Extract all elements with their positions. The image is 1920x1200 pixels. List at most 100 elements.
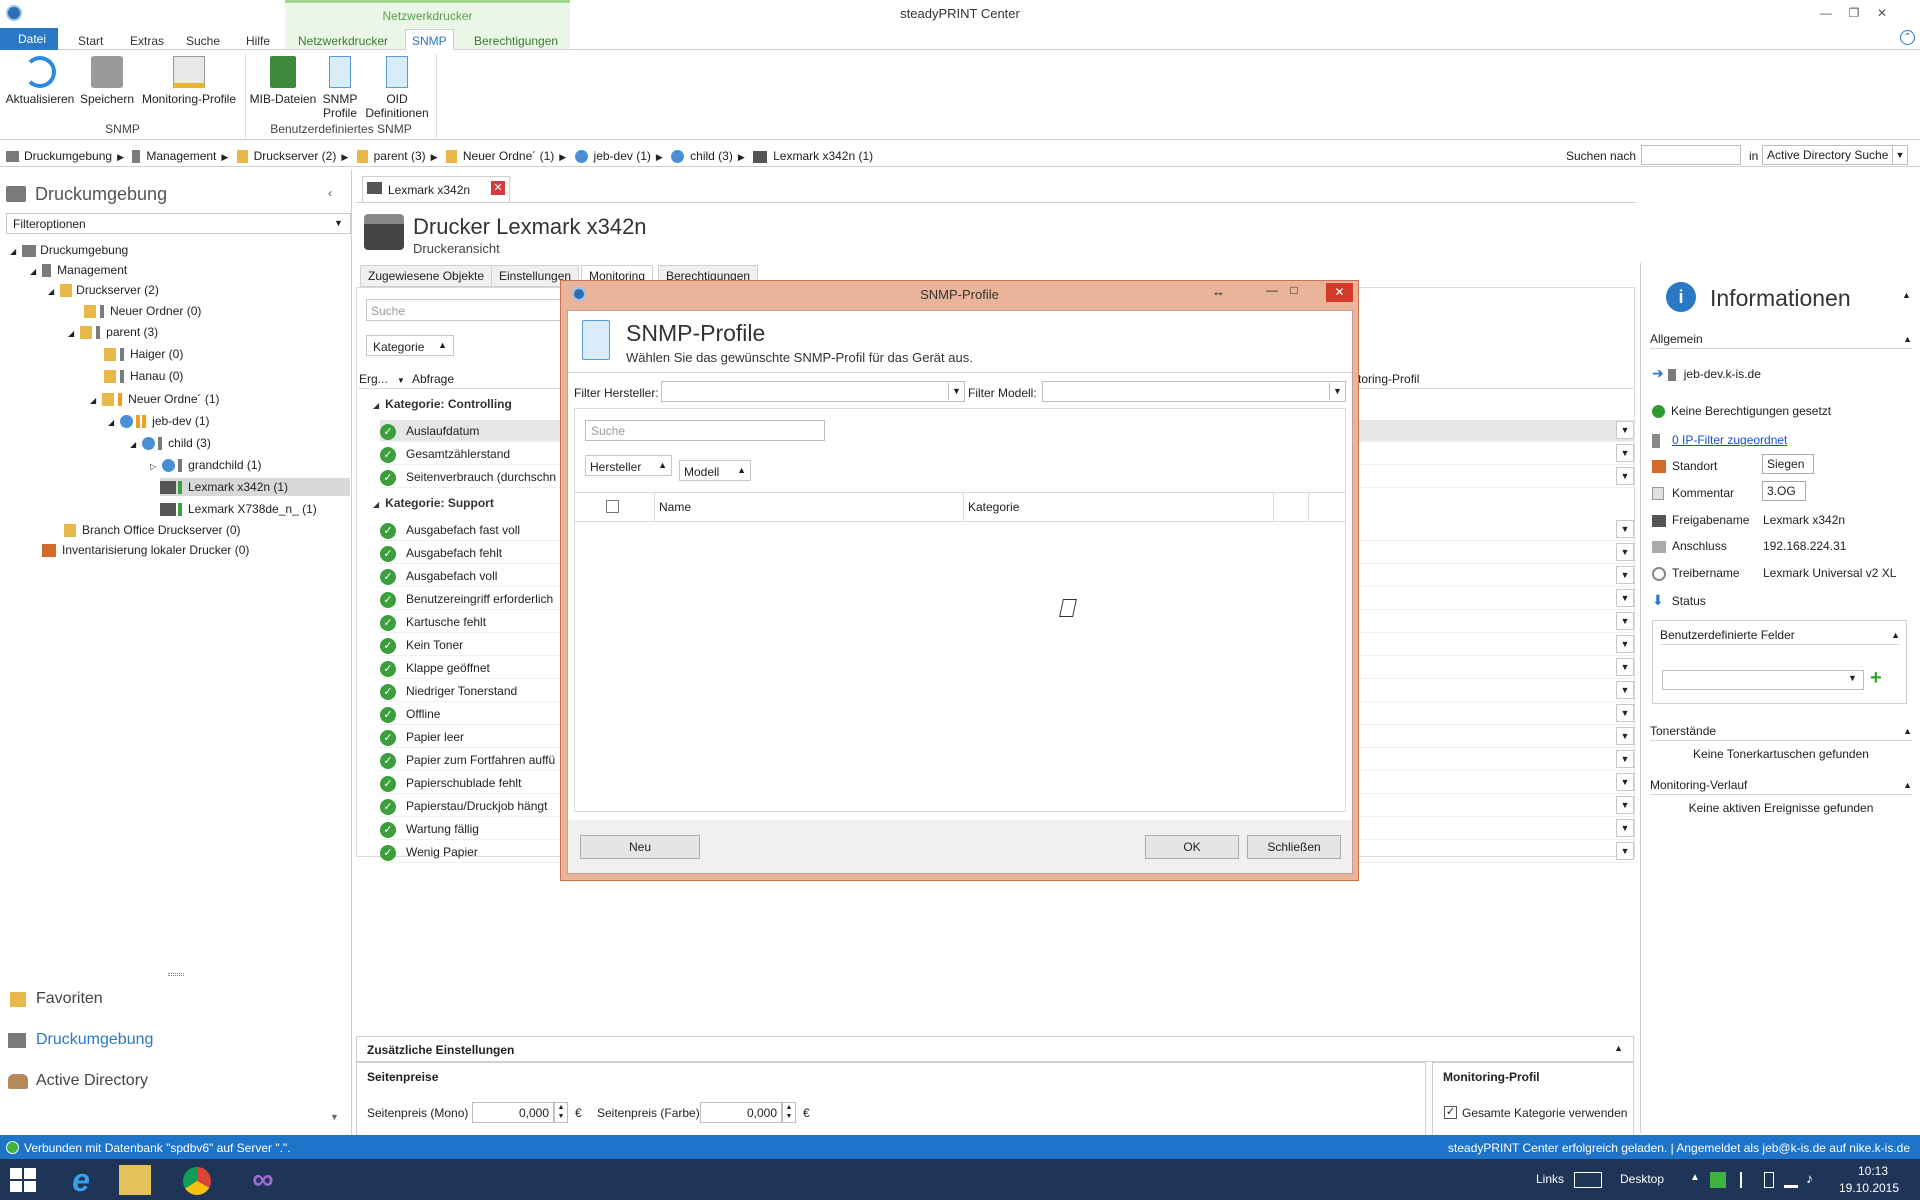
location-field[interactable]: Siegen — [1762, 454, 1814, 474]
close-button[interactable]: Schließen — [1247, 835, 1341, 859]
taskbar-links-label[interactable]: Links — [1536, 1172, 1564, 1186]
expand-arrow-icon[interactable]: ◢ — [68, 329, 74, 338]
grid-body-empty[interactable] — [575, 523, 1345, 811]
expand-arrow-icon[interactable]: ◢ — [90, 396, 96, 405]
subtab-assigned-objects[interactable]: Zugewiesene Objekte — [360, 265, 493, 287]
profile-dropdown[interactable]: ▼ — [1616, 467, 1634, 485]
profile-dropdown[interactable]: ▼ — [1616, 750, 1634, 768]
profile-dropdown[interactable]: ▼ — [1616, 543, 1634, 561]
dialog-search-input[interactable]: Suche — [585, 420, 825, 441]
category-support[interactable]: ◢ Kategorie: Support — [373, 496, 494, 510]
breadcrumb-item[interactable]: child (3) — [671, 149, 733, 164]
tree-node-hanau[interactable]: Hanau (0) — [104, 367, 183, 385]
monitoring-search-input[interactable]: Suche — [366, 299, 566, 321]
ok-button[interactable]: OK — [1145, 835, 1239, 859]
section-general[interactable]: Allgemein ▲ — [1650, 329, 1912, 349]
color-price-input[interactable]: 0,000 — [700, 1102, 782, 1123]
tray-volume-icon[interactable]: ♪ — [1806, 1170, 1813, 1186]
profile-dropdown[interactable]: ▼ — [1616, 773, 1634, 791]
chevron-down-icon[interactable]: ▼ — [1329, 383, 1345, 400]
expand-arrow-icon[interactable]: ◢ — [130, 440, 136, 449]
tray-flag-icon[interactable] — [1740, 1172, 1754, 1188]
chevron-down-icon[interactable]: ▼ — [1892, 146, 1907, 164]
filter-options-dropdown[interactable]: Filteroptionen — [6, 213, 351, 234]
close-tab-button[interactable]: ✕ — [491, 181, 505, 195]
nav-active-directory[interactable]: Active Directory — [36, 1072, 148, 1090]
add-icon[interactable]: + — [1870, 667, 1882, 690]
column-header-name[interactable]: Name — [659, 500, 691, 514]
tree-node-haiger[interactable]: Haiger (0) — [104, 345, 183, 363]
internet-explorer-icon[interactable]: e — [62, 1162, 100, 1198]
breadcrumb-item[interactable]: Lexmark x342n (1) — [753, 149, 873, 163]
breadcrumb-item[interactable]: Druckserver (2) — [236, 149, 336, 164]
profile-dropdown[interactable]: ▼ — [1616, 635, 1634, 653]
expand-arrow-icon[interactable]: ◢ — [48, 287, 54, 296]
expand-arrow-icon[interactable]: ◢ — [30, 267, 36, 276]
monitoring-profiles-button[interactable]: Monitoring-Profile — [138, 56, 240, 106]
dialog-minimize-button[interactable]: — — [1262, 283, 1282, 297]
clock-time[interactable]: 10:13 — [1844, 1164, 1902, 1178]
search-scope-select[interactable]: Active Directory Suche — [1762, 145, 1908, 165]
profile-dropdown[interactable]: ▼ — [1616, 727, 1634, 745]
tray-chevron-icon[interactable]: ▲ — [1690, 1172, 1700, 1183]
breadcrumb-item[interactable]: Management — [132, 149, 216, 164]
tab-hilfe[interactable]: Hilfe — [240, 30, 276, 52]
breadcrumb-item[interactable]: Druckumgebung — [6, 149, 112, 163]
close-window-button[interactable]: ✕ — [1868, 2, 1896, 24]
select-all-checkbox[interactable] — [606, 500, 619, 513]
tab-suche[interactable]: Suche — [180, 30, 226, 52]
dialog-close-button[interactable]: ✕ — [1326, 283, 1353, 302]
profile-dropdown[interactable]: ▼ — [1616, 658, 1634, 676]
tray-app-icon[interactable] — [1710, 1172, 1726, 1188]
tree-node-child[interactable]: ◢ child (3) — [130, 434, 211, 452]
breadcrumb-item[interactable]: jeb-dev (1) — [574, 149, 651, 164]
spinner-icon[interactable]: ▲ ▼ — [782, 1102, 796, 1123]
tree-node-neuer-ordne[interactable]: ◢ Neuer Ordne´ (1) — [90, 390, 220, 408]
profile-dropdown[interactable]: ▼ — [1616, 444, 1634, 462]
new-profile-button[interactable]: Neu — [580, 835, 700, 859]
tray-network-icon[interactable] — [1784, 1172, 1798, 1188]
spinner-icon[interactable]: ▲ ▼ — [554, 1102, 568, 1123]
section-history[interactable]: Monitoring-Verlauf ▲ — [1650, 775, 1912, 795]
use-category-checkbox[interactable]: ✓ — [1444, 1106, 1457, 1119]
tray-battery-icon[interactable] — [1764, 1172, 1774, 1188]
breadcrumb-item[interactable]: Neuer Ordne´ (1) — [445, 149, 554, 164]
chevron-down-icon[interactable]: ▼ — [1848, 673, 1857, 683]
oid-definitions-button[interactable]: OID Definitionen — [362, 56, 432, 120]
group-chip-vendor[interactable]: Hersteller ▲ — [585, 455, 672, 476]
pane-splitter-handle[interactable] — [168, 973, 184, 976]
profile-dropdown[interactable]: ▼ — [1616, 566, 1634, 584]
tree-node-jeb-dev[interactable]: ◢ jeb-dev (1) — [108, 412, 210, 430]
column-header-category[interactable]: Kategorie — [968, 500, 1019, 514]
profile-dropdown[interactable]: ▼ — [1616, 796, 1634, 814]
column-header-abfrage[interactable]: Abfrage — [412, 372, 454, 386]
restore-button[interactable]: ❐ — [1840, 2, 1868, 24]
tab-network-printer[interactable]: Netzwerkdrucker — [292, 30, 394, 52]
column-header-erg[interactable]: Erg... ▼ — [359, 372, 405, 386]
profile-dropdown[interactable]: ▼ — [1616, 819, 1634, 837]
expand-arrow-icon[interactable]: ◢ — [108, 418, 114, 427]
additional-settings-header[interactable]: Zusätzliche Einstellungen ▲ — [356, 1036, 1634, 1062]
group-chip-model[interactable]: Modell ▲ — [679, 460, 751, 481]
save-button[interactable]: Speichern — [78, 56, 136, 106]
resize-icon[interactable]: ↔ — [1212, 284, 1225, 299]
minimize-button[interactable]: — — [1812, 2, 1840, 24]
filter-model-select[interactable] — [1042, 381, 1346, 402]
profile-dropdown[interactable]: ▼ — [1616, 681, 1634, 699]
keyboard-icon[interactable] — [1574, 1172, 1602, 1188]
file-explorer-icon[interactable] — [116, 1162, 154, 1198]
help-icon[interactable]: ⌃ — [1900, 30, 1915, 45]
tree-node-lexmark-x342n[interactable]: Lexmark x342n (1) — [160, 478, 350, 496]
profile-dropdown[interactable]: ▼ — [1616, 520, 1634, 538]
taskbar-desktop-label[interactable]: Desktop — [1620, 1172, 1664, 1186]
filter-vendor-select[interactable] — [661, 381, 965, 402]
clock-date[interactable]: 19.10.2015 — [1834, 1181, 1904, 1195]
chevron-down-icon[interactable]: ▼ — [948, 383, 964, 400]
mono-price-input[interactable]: 0,000 — [472, 1102, 554, 1123]
tab-permissions[interactable]: Berechtigungen — [468, 30, 564, 52]
tab-lexmark-x342n[interactable]: Lexmark x342n — [362, 176, 510, 202]
nav-druckumgebung[interactable]: Druckumgebung — [36, 1031, 153, 1049]
refresh-button[interactable]: Aktualisieren — [4, 56, 76, 106]
tree-node-lexmark-x738de[interactable]: Lexmark X738de_n_ (1) — [160, 500, 317, 518]
profile-dropdown[interactable]: ▼ — [1616, 421, 1634, 439]
